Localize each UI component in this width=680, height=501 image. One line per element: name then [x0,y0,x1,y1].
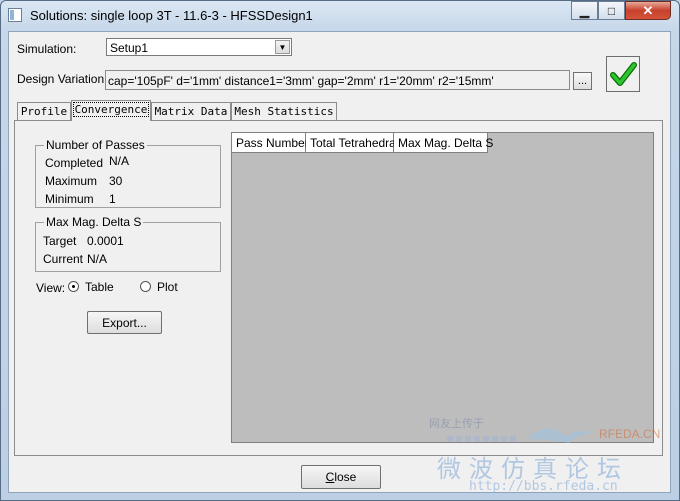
maximize-button[interactable]: □ [598,1,625,20]
maximize-icon: □ [607,3,616,18]
current-value: N/A [87,252,108,266]
solutions-window: Solutions: single loop 3T - 11.6-3 - HFS… [0,0,680,501]
simulation-select[interactable]: Setup1 ▼ [106,38,292,56]
column-header[interactable]: Max Mag. Delta S [394,133,493,153]
view-table-radio[interactable] [68,281,79,292]
tab-matrix-data[interactable]: Matrix Data [151,102,231,120]
design-variation-label: Design Variation: [17,72,108,86]
convergence-table[interactable]: Pass Number Total Tetrahedra Max Mag. De… [231,132,654,443]
window-icon [8,8,22,22]
target-value: 0.0001 [87,234,124,248]
close-button[interactable]: Close [301,465,381,489]
view-plot-label[interactable]: Plot [157,280,178,294]
max-mag-delta-s-title: Max Mag. Delta S [44,215,144,229]
tab-profile[interactable]: Profile [17,102,71,120]
export-button[interactable]: Export... [87,311,162,334]
check-icon [610,62,637,86]
column-header[interactable]: Total Tetrahedra [306,133,396,153]
solution-status-indicator [606,56,640,92]
title-bar[interactable]: Solutions: single loop 3T - 11.6-3 - HFS… [1,1,679,31]
view-plot-radio[interactable] [140,281,151,292]
maximum-value: 30 [109,174,123,188]
table-header: Pass Number Total Tetrahedra Max Mag. De… [232,133,493,153]
minimize-icon: ▁ [579,3,590,18]
convergence-panel: Number of Passes Completed N/A Maximum 3… [14,120,663,456]
completed-value: N/A [109,154,130,168]
design-variation-value: cap='105pF' d='1mm' distance1='3mm' gap=… [108,74,494,88]
window-title: Solutions: single loop 3T - 11.6-3 - HFS… [30,8,313,23]
number-of-passes-title: Number of Passes [44,138,147,152]
column-header[interactable]: Pass Number [232,133,309,153]
close-button-label: Close [325,470,357,484]
completed-label: Completed [45,156,104,170]
maximum-label: Maximum [45,174,98,188]
minimum-label: Minimum [45,192,94,206]
design-variation-field[interactable]: cap='105pF' d='1mm' distance1='3mm' gap=… [105,70,570,90]
simulation-label: Simulation: [17,42,77,56]
close-icon: ✕ [642,3,654,18]
tab-mesh-statistics[interactable]: Mesh Statistics [231,102,337,120]
chevron-down-icon[interactable]: ▼ [275,40,290,54]
minimize-button[interactable]: ▁ [571,1,598,20]
target-label: Target [43,234,77,248]
minimum-value: 1 [109,192,116,206]
current-label: Current [43,252,84,266]
design-variation-browse-button[interactable]: ... [573,72,592,90]
view-label: View: [36,281,66,295]
simulation-value: Setup1 [110,41,149,55]
tab-convergence[interactable]: Convergence [71,100,151,121]
dialog-client: Simulation: Setup1 ▼ Design Variation: c… [8,31,671,493]
close-window-button[interactable]: ✕ [625,1,671,20]
view-table-label[interactable]: Table [85,280,114,294]
